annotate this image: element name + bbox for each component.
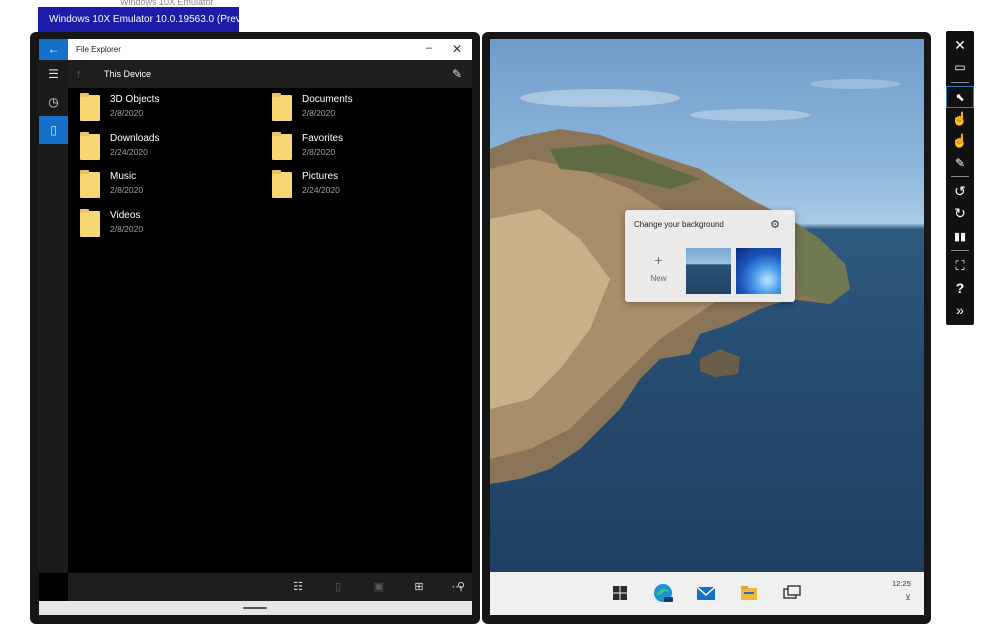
multi-touch-icon[interactable]: ☝ (946, 130, 974, 152)
folder-name: Pictures (302, 171, 339, 182)
folder-item[interactable]: Favorites 2/8/2020 (260, 131, 430, 165)
back-arrow-icon[interactable]: ← (39, 39, 68, 60)
folder-icon (272, 132, 292, 160)
gesture-handle[interactable] (243, 607, 267, 609)
notification-icon[interactable]: ⊻ (905, 593, 911, 602)
select-icon[interactable]: ☷ (287, 573, 309, 601)
pointer-tool-icon[interactable]: ⬉ (946, 86, 974, 108)
folder-name: Videos (110, 210, 141, 221)
right-screen-desktop: Change your background ⚙ + New 12:25 ⊻ (490, 39, 924, 615)
recent-clock-icon[interactable]: ◷ (39, 88, 68, 116)
view-icon[interactable]: ⊞ (408, 573, 430, 601)
single-touch-icon[interactable]: ☝ (946, 108, 974, 130)
folder-date: 2/8/2020 (110, 224, 144, 234)
folder-date: 2/24/2020 (302, 185, 340, 195)
taskbar-clock[interactable]: 12:25 (892, 579, 911, 588)
fit-screen-icon[interactable]: ⛶ (946, 255, 974, 277)
folder-date: 2/24/2020 (110, 147, 148, 157)
close-icon[interactable]: ✕ (946, 34, 974, 56)
folder-date: 2/8/2020 (302, 147, 336, 157)
folder-item[interactable]: Music 2/8/2020 (68, 169, 238, 203)
paste-icon[interactable]: ▣ (368, 573, 390, 601)
rename-icon[interactable]: ▯ (327, 573, 349, 601)
folder-icon (80, 93, 100, 121)
folder-icon (80, 132, 100, 160)
rotate-right-icon[interactable]: ↻ (946, 202, 974, 224)
left-screen: ← File Explorer – ✕ ☰ ◷ ▯ ↑ This Device … (39, 39, 472, 615)
windows-start-icon[interactable] (607, 580, 633, 606)
change-background-popup: Change your background ⚙ + New (625, 210, 795, 302)
background-thumbnail[interactable] (686, 248, 731, 294)
wallpaper-island (490, 129, 850, 484)
file-explorer-titlebar: ← File Explorer – ✕ (39, 39, 472, 60)
folder-name: Downloads (110, 133, 160, 144)
folder-name: Favorites (302, 133, 344, 144)
help-icon[interactable]: ? (946, 277, 974, 299)
folder-item[interactable]: Downloads 2/24/2020 (68, 131, 238, 165)
gear-icon[interactable]: ⚙ (768, 218, 782, 232)
popup-title: Change your background (634, 220, 724, 229)
location-header: ↑ This Device ✎ (68, 60, 472, 88)
edge-dev-icon[interactable] (650, 580, 676, 606)
folder-date: 2/8/2020 (110, 185, 144, 195)
close-button[interactable]: ✕ (449, 39, 465, 60)
folder-date: 2/8/2020 (110, 108, 144, 118)
expand-tools-icon[interactable]: » (946, 299, 974, 321)
emulator-toolbar: ✕ ▭ ⬉ ☝ ☝ ✎ ↺ ↻ ▮▮ ⛶ ? » (946, 31, 974, 325)
toolbar-divider (951, 176, 969, 177)
hamburger-menu-icon[interactable]: ☰ (39, 60, 68, 88)
dual-screen-mode-icon[interactable]: ▮▮ (946, 226, 974, 248)
location-title: This Device (104, 69, 152, 79)
toolbar-divider (951, 250, 969, 251)
folder-icon (80, 209, 100, 237)
wallpaper-cloud (520, 89, 680, 107)
new-background-button[interactable]: + New (634, 248, 683, 294)
folder-item[interactable]: Pictures 2/24/2020 (260, 169, 430, 203)
folder-name: Music (110, 171, 137, 182)
folder-item[interactable]: Videos 2/8/2020 (68, 208, 238, 242)
folder-icon (80, 170, 100, 198)
task-view-icon[interactable] (779, 580, 805, 606)
edit-pencil-icon[interactable]: ✎ (448, 60, 466, 88)
pen-icon[interactable]: ✎ (946, 152, 974, 174)
folder-name: Documents (302, 94, 353, 105)
folder-date: 2/8/2020 (302, 108, 336, 118)
folder-item[interactable]: Documents 2/8/2020 (260, 92, 430, 126)
emulator-title: Windows 10X Emulator 10.0.19563.0 (Previ… (49, 14, 260, 25)
more-icon[interactable]: ⋯ (446, 573, 468, 601)
up-arrow-icon[interactable]: ↑ (76, 60, 90, 88)
new-label: New (650, 274, 667, 283)
emulator-title-tab[interactable]: Windows 10X Emulator 10.0.19563.0 (Previ… (38, 7, 259, 32)
gesture-bar-area (39, 601, 472, 615)
wallpaper-cloud (810, 79, 900, 89)
mail-icon[interactable] (693, 580, 719, 606)
folder-icon (272, 170, 292, 198)
toolbar-divider (951, 82, 969, 83)
background-thumbnail[interactable] (736, 248, 781, 294)
wallpaper-cloud (690, 109, 810, 121)
window-title: File Explorer (76, 45, 121, 54)
this-device-icon[interactable]: ▯ (39, 116, 68, 144)
rotate-left-icon[interactable]: ↺ (946, 180, 974, 202)
plus-icon: + (654, 252, 663, 268)
file-explorer-icon[interactable] (736, 580, 762, 606)
folder-icon (272, 93, 292, 121)
command-bar: ☷ ▯ ▣ ⊞ ⚲ (68, 573, 472, 601)
taskbar: 12:25 ⊻ (490, 572, 924, 615)
minimize-icon[interactable]: ▭ (946, 56, 974, 78)
navigation-rail: ☰ ◷ ▯ (39, 60, 68, 573)
minimize-button[interactable]: – (421, 39, 437, 60)
folder-item[interactable]: 3D Objects 2/8/2020 (68, 92, 238, 126)
folder-name: 3D Objects (110, 94, 160, 105)
